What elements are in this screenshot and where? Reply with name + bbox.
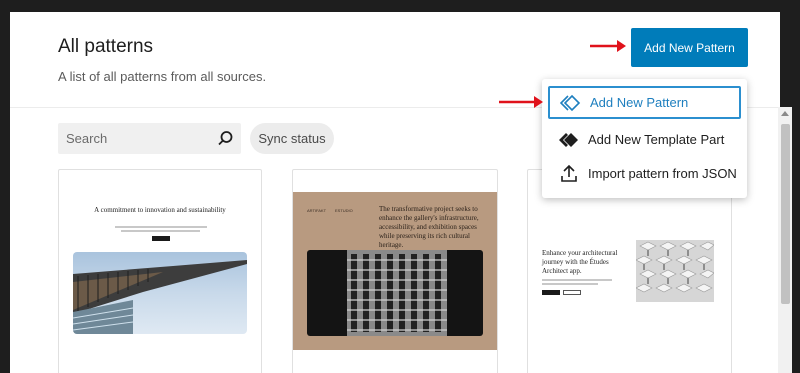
preview-brand-label: ARTIFAKT xyxy=(307,208,327,213)
add-new-dropdown-menu: Add New Pattern Add New Template Part Im… xyxy=(542,79,747,198)
highrise-photo xyxy=(307,250,483,336)
menu-item-label: Add New Template Part xyxy=(588,132,725,147)
upload-icon xyxy=(558,163,580,185)
preview-button xyxy=(563,290,581,295)
annotation-arrow-icon xyxy=(499,96,543,108)
scrollbar-thumb[interactable] xyxy=(781,124,790,304)
menu-item-add-new-pattern[interactable]: Add New Pattern xyxy=(548,86,741,119)
add-new-pattern-button[interactable]: Add New Pattern xyxy=(631,28,748,67)
template-part-icon xyxy=(558,129,580,151)
annotation-arrow-icon xyxy=(590,40,626,52)
page-title: All patterns xyxy=(58,36,154,57)
menu-item-add-new-template-part[interactable]: Add New Template Part xyxy=(548,123,741,156)
pattern-icon xyxy=(560,92,582,114)
search-placeholder: Search xyxy=(66,131,108,146)
scrollbar[interactable] xyxy=(778,107,792,373)
preview-text-lines xyxy=(115,226,207,234)
preview-heading: A commitment to innovation and sustainab… xyxy=(94,206,226,214)
menu-item-import-pattern-json[interactable]: Import pattern from JSON xyxy=(548,157,741,190)
preview-heading: Enhance your architectural journey with … xyxy=(542,249,618,275)
preview-heading: The transformative project seeks to enha… xyxy=(379,205,479,249)
page-subtitle: A list of all patterns from all sources. xyxy=(58,69,267,84)
search-icon xyxy=(218,131,233,146)
pattern-preview: A commitment to innovation and sustainab… xyxy=(59,170,261,373)
menu-item-label: Import pattern from JSON xyxy=(588,166,737,181)
pattern-card[interactable]: Enhance your architectural journey with … xyxy=(527,169,732,373)
preview-text-lines xyxy=(542,279,612,287)
building-photo xyxy=(73,252,247,334)
preview-button xyxy=(542,290,560,295)
facade-photo xyxy=(636,240,714,302)
pattern-preview: ARTIFAKT ESTUDIO The transformative proj… xyxy=(293,170,497,373)
pattern-card[interactable]: A commitment to innovation and sustainab… xyxy=(58,169,262,373)
menu-item-label: Add New Pattern xyxy=(590,95,689,110)
preview-brand-label: ESTUDIO xyxy=(335,208,353,213)
scroll-up-icon[interactable] xyxy=(781,111,789,116)
sync-status-filter[interactable]: Sync status xyxy=(250,123,334,154)
search-input[interactable]: Search xyxy=(58,123,241,154)
preview-button xyxy=(152,236,170,241)
pattern-preview: Enhance your architectural journey with … xyxy=(528,170,731,373)
pattern-card[interactable]: ARTIFAKT ESTUDIO The transformative proj… xyxy=(292,169,498,373)
